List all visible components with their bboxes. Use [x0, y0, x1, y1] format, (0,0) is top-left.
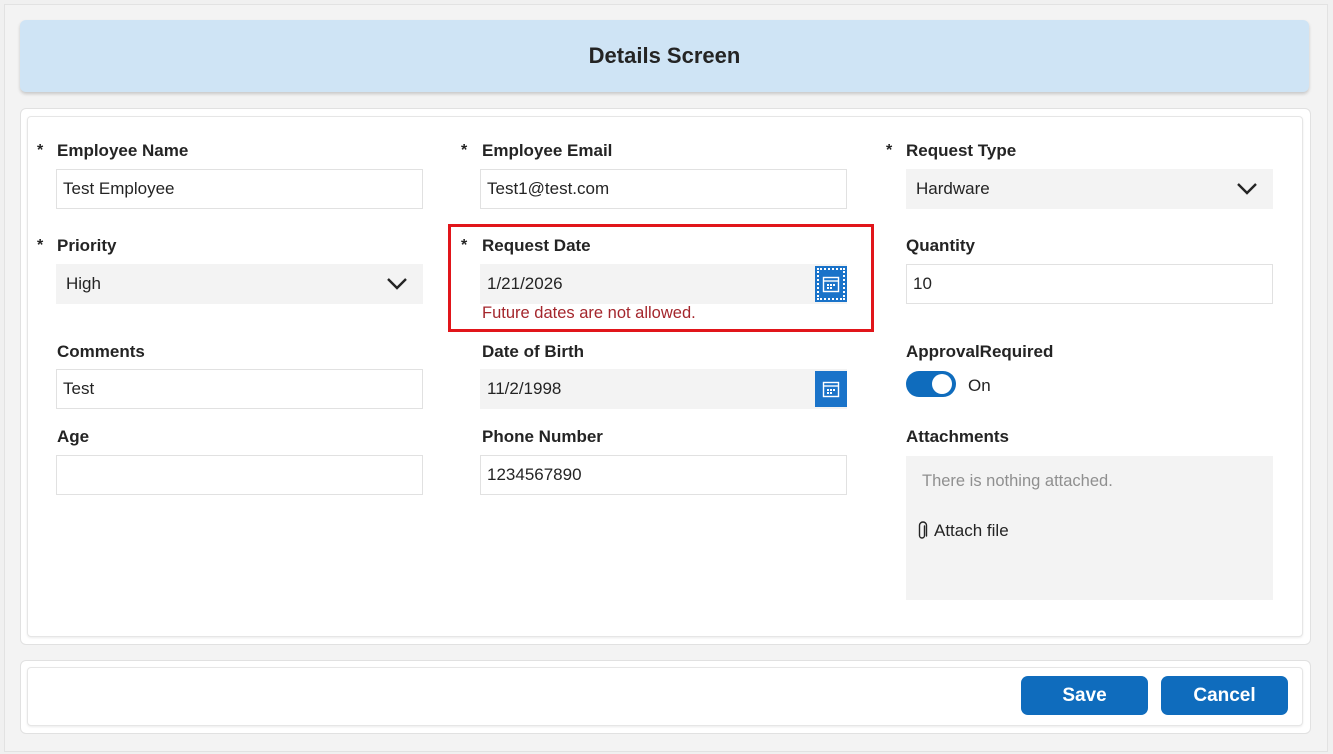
employee-name-value: Test Employee — [63, 179, 175, 198]
required-marker: * — [37, 142, 44, 159]
date-of-birth-value: 11/2/1998 — [487, 379, 562, 398]
approval-required-label: ApprovalRequired — [906, 342, 1054, 361]
quantity-input[interactable]: 10 — [906, 264, 1273, 304]
date-of-birth-label: Date of Birth — [482, 342, 584, 361]
employee-email-value: Test1@test.com — [487, 179, 610, 198]
attachments-control: There is nothing attached. Attach file — [906, 456, 1273, 600]
attachments-label: Attachments — [906, 427, 1009, 446]
approval-required-state: On — [968, 376, 991, 395]
error-highlight-box — [448, 224, 874, 332]
chevron-down-icon — [1237, 183, 1257, 195]
employee-name-input[interactable]: Test Employee — [56, 169, 423, 209]
approval-required-toggle[interactable] — [906, 371, 956, 397]
phone-number-input[interactable]: 1234567890 — [480, 455, 847, 495]
employee-email-input[interactable]: Test1@test.com — [480, 169, 847, 209]
paperclip-icon — [918, 521, 928, 539]
toggle-knob — [932, 374, 952, 394]
comments-input[interactable]: Test — [56, 369, 423, 409]
comments-label: Comments — [57, 342, 145, 361]
priority-value: High — [66, 274, 101, 293]
age-input[interactable] — [56, 455, 423, 495]
request-type-value: Hardware — [916, 179, 990, 198]
employee-email-label: Employee Email — [482, 141, 613, 160]
calendar-icon — [822, 381, 840, 398]
date-of-birth-picker[interactable]: 11/2/1998 — [480, 369, 847, 409]
priority-label: Priority — [57, 236, 117, 255]
quantity-label: Quantity — [906, 236, 975, 255]
priority-dropdown[interactable]: High — [56, 264, 423, 304]
request-type-label: Request Type — [906, 141, 1017, 160]
page-title: Details Screen — [588, 43, 741, 68]
attach-file-link[interactable]: Attach file — [916, 521, 1009, 541]
attachments-empty-text: There is nothing attached. — [922, 472, 1113, 490]
comments-value: Test — [63, 379, 95, 398]
cancel-button[interactable]: Cancel — [1161, 676, 1288, 715]
date-of-birth-calendar-button[interactable] — [815, 371, 847, 407]
employee-name-label: Employee Name — [57, 141, 189, 160]
required-marker: * — [461, 142, 468, 159]
quantity-value: 10 — [913, 274, 932, 293]
attach-file-label: Attach file — [934, 521, 1009, 540]
page-header: Details Screen — [20, 20, 1309, 92]
phone-number-value: 1234567890 — [487, 465, 582, 484]
required-marker: * — [886, 142, 893, 159]
required-marker: * — [37, 237, 44, 254]
chevron-down-icon — [387, 278, 407, 290]
request-type-dropdown[interactable]: Hardware — [906, 169, 1273, 209]
age-label: Age — [57, 427, 90, 446]
phone-number-label: Phone Number — [482, 427, 603, 446]
save-button[interactable]: Save — [1021, 676, 1148, 715]
